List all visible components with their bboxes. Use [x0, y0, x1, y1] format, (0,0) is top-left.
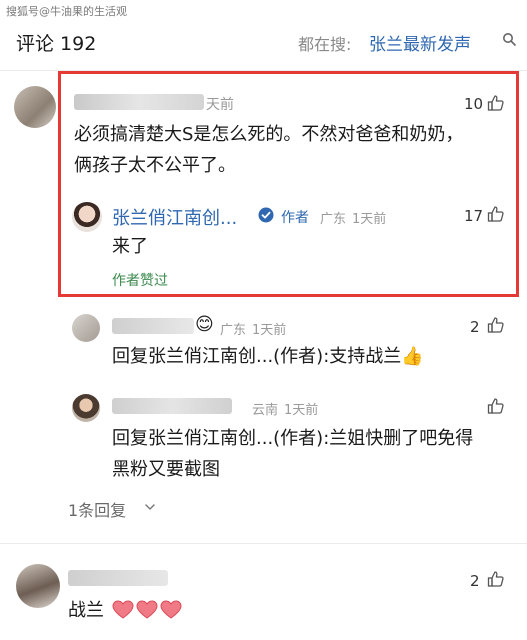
avatar[interactable] [72, 314, 100, 342]
more-replies-link[interactable]: 1条回复 [68, 497, 126, 521]
heart-icon [112, 600, 134, 619]
blurred-username[interactable] [112, 398, 232, 414]
reply-text-line2: 黑粉又要截图 [112, 459, 220, 480]
heart-icon [160, 600, 182, 619]
heart-icon [136, 600, 158, 619]
thumbs-up-icon[interactable] [487, 397, 505, 415]
reply-time: 1天前 [284, 403, 319, 418]
comment-header: 评论 192 都在搜: 张兰最新发声 [0, 22, 527, 66]
reply-to-author[interactable]: 回复张兰俏江南创...(作者): [112, 346, 329, 367]
reply-content: 支持战兰👍 [329, 346, 424, 367]
last-comment-text: 战兰 [68, 596, 182, 626]
highlight-box [58, 71, 519, 297]
thumbs-up-icon[interactable] [487, 316, 505, 334]
smile-emoji: 😊 [195, 314, 214, 335]
everyone-searching-label: 都在搜: [298, 35, 352, 54]
reply-location: 云南 [252, 403, 279, 418]
like-count: 2 [470, 318, 480, 336]
comments-count-title: 评论 192 [16, 33, 97, 55]
comment-divider [0, 543, 527, 544]
hot-search-link[interactable]: 张兰最新发声 [369, 30, 471, 55]
thumbs-up-icon[interactable] [487, 570, 505, 588]
blurred-username[interactable] [112, 318, 194, 334]
search-icon[interactable] [502, 32, 516, 46]
reply-to-author[interactable]: 回复张兰俏江南创...(作者): [112, 428, 329, 449]
last-comment-content: 战兰 [68, 600, 104, 621]
reply-text: 回复张兰俏江南创...(作者):支持战兰👍 [112, 342, 424, 372]
watermark: 搜狐号@牛油果的生活观 [6, 5, 127, 18]
avatar[interactable] [16, 564, 60, 608]
like-count: 2 [470, 572, 480, 590]
reply-time: 1天前 [252, 323, 287, 338]
blurred-username[interactable] [68, 570, 168, 586]
chevron-down-icon[interactable] [144, 501, 156, 513]
avatar[interactable] [14, 86, 56, 128]
reply-content: 兰姐快删了吧免得 [329, 428, 474, 449]
reply-location: 广东 [220, 323, 247, 338]
avatar[interactable] [72, 394, 100, 422]
reply-text-line1: 回复张兰俏江南创...(作者):兰姐快删了吧免得 [112, 424, 473, 454]
